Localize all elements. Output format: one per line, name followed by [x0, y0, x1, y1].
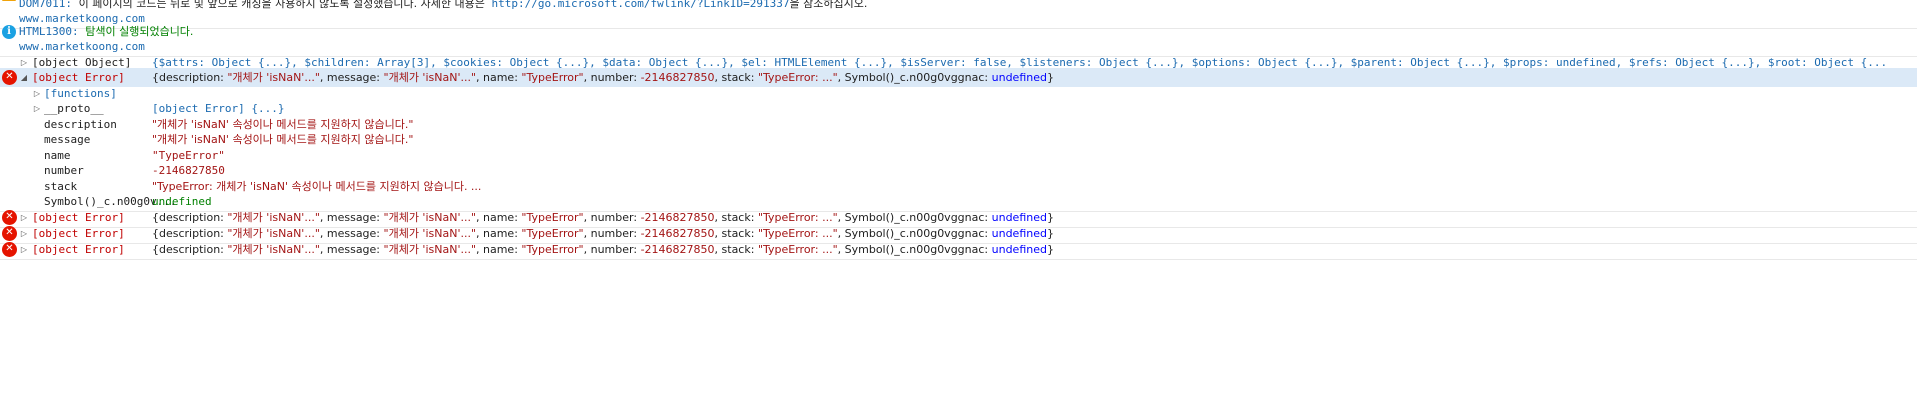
expand-arrow-icon[interactable]: ▷ [19, 240, 29, 259]
error-icon: ✕ [2, 242, 17, 257]
error-preview: {description: "개체가 'isNaN'...", message:… [152, 243, 1054, 256]
error-icon: ✕ [2, 226, 17, 241]
error-icon: ✕ [2, 210, 17, 225]
error-icon: ✕ [2, 70, 17, 85]
console-error-row[interactable]: ✕ ▷ [object Error] {description: "개체가 'i… [0, 240, 1917, 260]
console-output: DOM7011: 이 페이지의 코드는 뒤로 및 앞으로 캐싱을 사용하지 않도… [0, 0, 1917, 416]
warning-icon [2, 0, 16, 1]
error-label: [object Error] [32, 243, 125, 256]
